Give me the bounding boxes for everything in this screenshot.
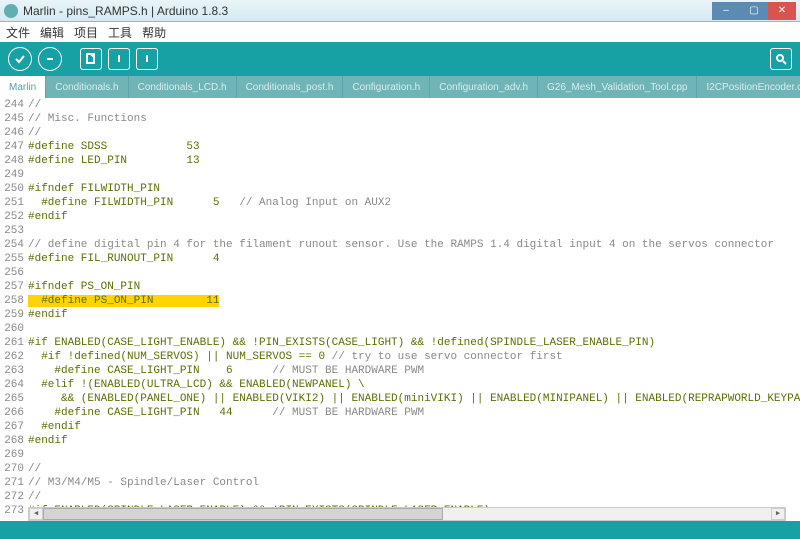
- scroll-right-arrow[interactable]: ▸: [771, 508, 785, 520]
- new-button[interactable]: [80, 48, 102, 70]
- window-buttons: – ▢ ✕: [712, 2, 796, 20]
- tab-conditionals-post[interactable]: Conditionals_post.h: [237, 76, 344, 98]
- menu-file[interactable]: 文件: [6, 24, 30, 41]
- tab-configuration[interactable]: Configuration.h: [343, 76, 430, 98]
- open-button[interactable]: [108, 48, 130, 70]
- menu-edit[interactable]: 编辑: [40, 24, 64, 41]
- tab-i2c-encoder-cpp[interactable]: I2CPositionEncoder.cpp: [697, 76, 800, 98]
- toolbar: [0, 42, 800, 76]
- menu-sketch[interactable]: 项目: [74, 24, 98, 41]
- tab-configuration-adv[interactable]: Configuration_adv.h: [430, 76, 538, 98]
- arduino-icon: [4, 4, 18, 18]
- horizontal-scrollbar[interactable]: ◂ ▸: [28, 507, 786, 521]
- tab-conditionals[interactable]: Conditionals.h: [46, 76, 128, 98]
- menu-tools[interactable]: 工具: [108, 24, 132, 41]
- menu-bar: 文件 编辑 项目 工具 帮助: [0, 22, 800, 42]
- scroll-thumb[interactable]: [43, 508, 443, 520]
- status-bar: [0, 521, 800, 539]
- tab-marlin[interactable]: Marlin: [0, 76, 46, 98]
- upload-button[interactable]: [38, 47, 62, 71]
- line-gutter: 2442452462472482492502512522532542552562…: [0, 98, 28, 521]
- tab-bar: Marlin Conditionals.h Conditionals_LCD.h…: [0, 76, 800, 98]
- menu-help[interactable]: 帮助: [142, 24, 166, 41]
- maximize-button[interactable]: ▢: [740, 2, 768, 20]
- serial-monitor-button[interactable]: [770, 48, 792, 70]
- tab-conditionals-lcd[interactable]: Conditionals_LCD.h: [129, 76, 237, 98]
- minimize-button[interactable]: –: [712, 2, 740, 20]
- tab-g26-mesh[interactable]: G26_Mesh_Validation_Tool.cpp: [538, 76, 697, 98]
- window-titlebar: Marlin - pins_RAMPS.h | Arduino 1.8.3 – …: [0, 0, 800, 22]
- save-button[interactable]: [136, 48, 158, 70]
- scroll-left-arrow[interactable]: ◂: [29, 508, 43, 520]
- window-title: Marlin - pins_RAMPS.h | Arduino 1.8.3: [23, 4, 712, 18]
- verify-button[interactable]: [8, 47, 32, 71]
- close-button[interactable]: ✕: [768, 2, 796, 20]
- scroll-track[interactable]: [43, 508, 771, 520]
- code-area[interactable]: //// Misc. Functions//#define SDSS 53#de…: [28, 98, 800, 521]
- code-editor[interactable]: 2442452462472482492502512522532542552562…: [0, 98, 800, 521]
